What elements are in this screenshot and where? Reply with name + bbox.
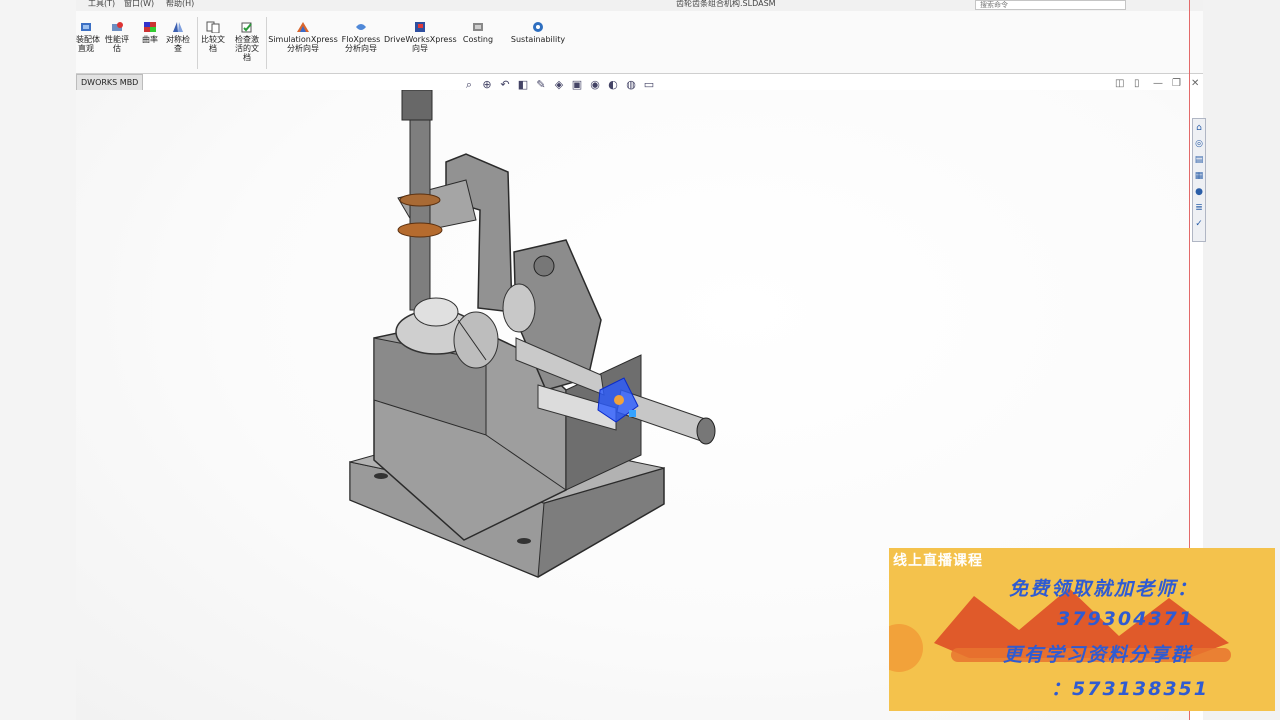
command-manager-ribbon: 装配体 直观 性能评 估 曲率 对称检 查 比较文 档 检查激 活的文 档 Si… [76, 11, 1203, 74]
custom-properties-icon[interactable]: ✓ [1194, 217, 1204, 231]
design-library-icon[interactable]: ▤ [1194, 153, 1204, 167]
edit-appearance-icon[interactable]: ◐ [606, 78, 620, 92]
ribbon-label: 比较文 档 [201, 35, 225, 53]
apply-scene-icon[interactable]: ◍ [624, 78, 638, 92]
tab-mbd[interactable]: DWORKS MBD [76, 74, 144, 91]
symmetry-check-icon [171, 21, 185, 33]
check-active-document-icon [240, 21, 254, 33]
file-explorer-icon[interactable]: ▦ [1194, 169, 1204, 183]
ribbon-label: DriveWorksXpress 向导 [384, 35, 457, 53]
search-input[interactable]: 搜索命令 [975, 0, 1126, 10]
ribbon-label: FloXpress 分析向导 [341, 35, 381, 53]
banner-header: 线上直播课程 [893, 553, 983, 569]
assembly-visualization-button[interactable]: 装配体 直观 [76, 21, 100, 53]
banner-line-3: 更有学习资料分享群 [1003, 644, 1193, 666]
zoom-to-fit-icon[interactable]: ⌕ [462, 78, 476, 92]
document-title: 齿轮齿条组合机构.SLDASM [676, 0, 776, 8]
menu-tools[interactable]: 工具(T) [88, 0, 115, 9]
ribbon-label: 性能评 估 [105, 35, 129, 53]
tile-icon[interactable]: ◫ [1115, 78, 1124, 89]
sustainability-button[interactable]: Sustainability [508, 21, 568, 44]
menu-help[interactable]: 帮助(H) [166, 0, 194, 9]
ribbon-label: 检查激 活的文 档 [235, 35, 259, 62]
view-orientation-icon[interactable]: ◈ [552, 78, 566, 92]
driveworksxpress-button[interactable]: DriveWorksXpress 向导 [384, 21, 457, 53]
costing-button[interactable]: Costing [460, 21, 496, 44]
task-pane-tabs: ⌂ ◎ ▤ ▦ ● ≣ ✓ [1192, 118, 1206, 242]
banner-line-2: 379304371 [1057, 608, 1194, 630]
resources-icon[interactable]: ◎ [1194, 137, 1204, 151]
simulationxpress-button[interactable]: SimulationXpress 分析向导 [268, 21, 338, 53]
ribbon-separator [197, 17, 198, 69]
heads-up-view-toolbar: ⌕ ⊕ ↶ ◧ ✎ ◈ ▣ ◉ ◐ ◍ ▭ [462, 78, 656, 94]
ribbon-label: 装配体 直观 [76, 35, 100, 53]
floxpress-icon [354, 21, 368, 33]
ribbon-label: 曲率 [142, 35, 158, 44]
ribbon-separator [266, 17, 267, 69]
check-active-document-button[interactable]: 检查激 活的文 档 [232, 21, 262, 62]
ribbon-label: SimulationXpress 分析向导 [268, 35, 338, 53]
curvature-button[interactable]: 曲率 [140, 21, 160, 44]
minimize-icon[interactable]: — [1153, 78, 1163, 89]
ribbon-label: 对称检 查 [166, 35, 190, 53]
zoom-area-icon[interactable]: ⊕ [480, 78, 494, 92]
sustainability-icon [531, 21, 545, 33]
ribbon-label: Sustainability [510, 35, 566, 44]
floxpress-button[interactable]: FloXpress 分析向导 [340, 21, 382, 53]
restore-icon[interactable]: ❐ [1172, 78, 1181, 89]
simulationxpress-icon [296, 21, 310, 33]
promo-banner[interactable]: 线上直播课程 免费领取就加老师： 379304371 更有学习资料分享群 ：57… [889, 548, 1275, 711]
performance-evaluation-icon [110, 21, 124, 33]
performance-evaluation-button[interactable]: 性能评 估 [104, 21, 130, 53]
symmetry-check-button[interactable]: 对称检 查 [166, 21, 190, 53]
appearances-icon[interactable]: ≣ [1194, 201, 1204, 215]
home-icon[interactable]: ⌂ [1194, 121, 1204, 135]
compare-documents-button[interactable]: 比较文 档 [200, 21, 226, 53]
previous-view-icon[interactable]: ↶ [498, 78, 512, 92]
assembly-visualization-icon [79, 21, 93, 33]
dynamic-annotation-icon[interactable]: ✎ [534, 78, 548, 92]
costing-icon [471, 21, 485, 33]
curvature-icon [143, 21, 157, 33]
section-view-icon[interactable]: ◧ [516, 78, 530, 92]
driveworksxpress-icon [413, 21, 427, 33]
banner-line-4: ：573138351 [1051, 678, 1209, 700]
left-margin [0, 0, 76, 720]
menu-window[interactable]: 窗口(W) [124, 0, 154, 9]
compare-documents-icon [206, 21, 220, 34]
banner-line-1: 免费领取就加老师： [1009, 578, 1199, 600]
view-settings-icon[interactable]: ▭ [642, 78, 656, 92]
view-palette-icon[interactable]: ● [1194, 185, 1204, 199]
ribbon-label: Costing [462, 35, 494, 44]
hide-show-icon[interactable]: ◉ [588, 78, 602, 92]
display-style-icon[interactable]: ▣ [570, 78, 584, 92]
tile-vertical-icon[interactable]: ▯ [1134, 78, 1140, 89]
close-icon[interactable]: ✕ [1191, 78, 1199, 89]
